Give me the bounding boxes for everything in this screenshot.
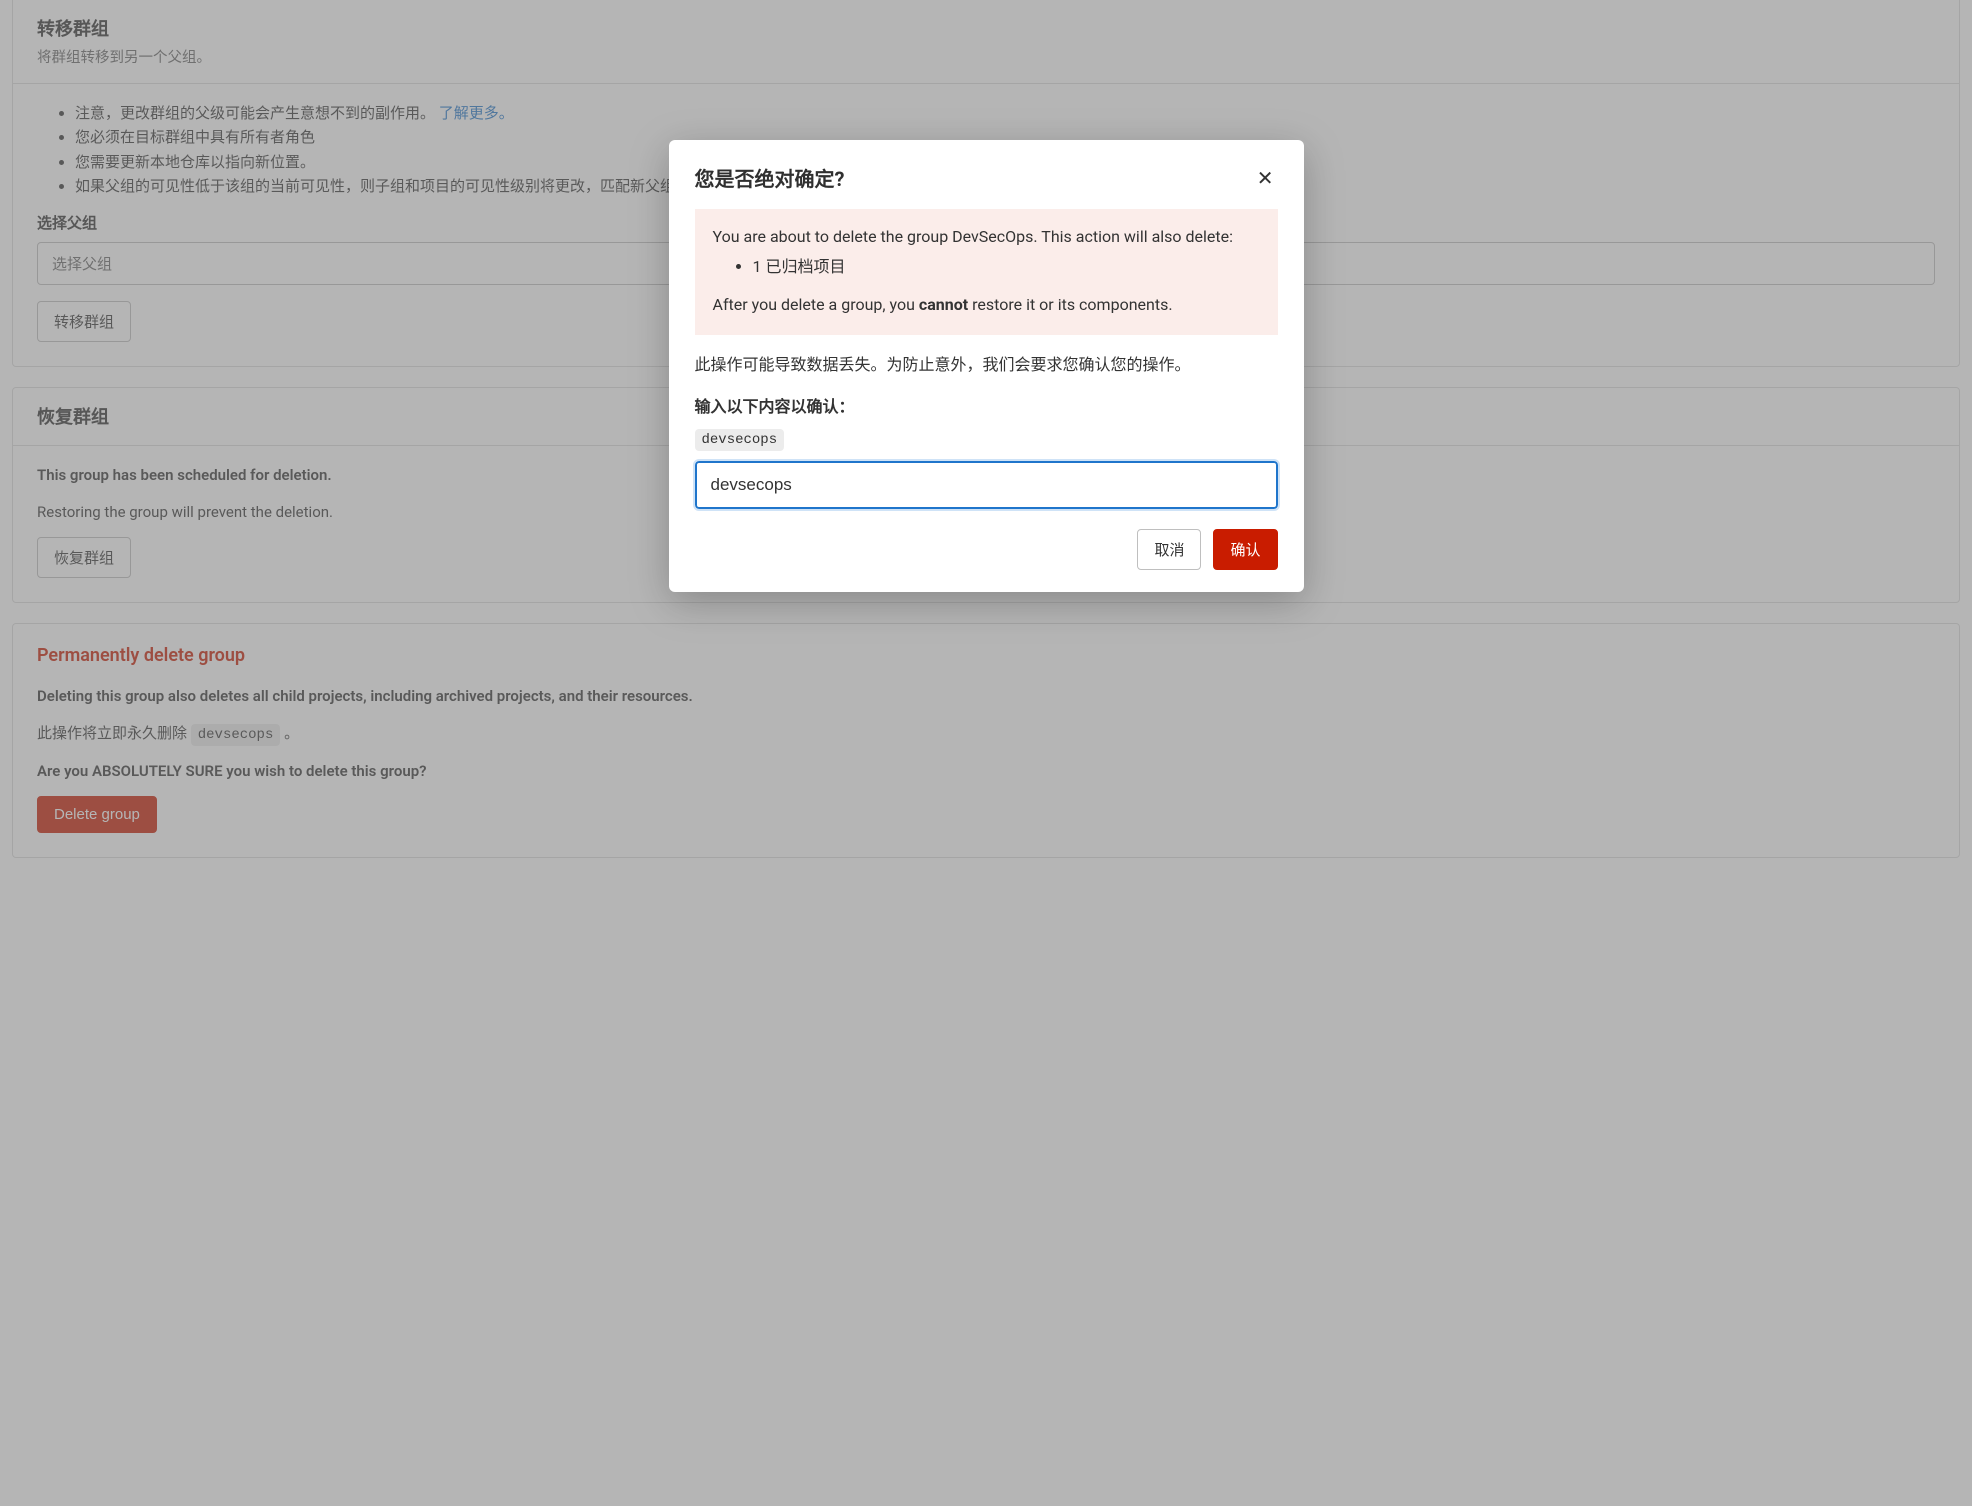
confirm-code-hint: devsecops [695,429,785,451]
modal-footer: 取消 确认 [695,529,1278,570]
warning-after-pre: After you delete a group, you [713,295,919,314]
confirm-label: 输入以下内容以确认： [695,395,1278,419]
warning-item: 1 已归档项目 [753,255,1260,279]
warning-list: 1 已归档项目 [713,255,1260,279]
warning-cannot: cannot [919,295,968,314]
modal-body-text: 此操作可能导致数据丢失。为防止意外，我们会要求您确认您的操作。 [695,353,1278,377]
confirm-button[interactable]: 确认 [1213,529,1277,570]
cancel-button[interactable]: 取消 [1137,529,1201,570]
warning-after-post: restore it or its components. [968,295,1172,314]
modal-title: 您是否绝对确定? [695,164,845,194]
confirm-delete-modal: 您是否绝对确定? ✕ You are about to delete the g… [669,140,1304,592]
warning-after: After you delete a group, you cannot res… [713,293,1260,317]
warning-pre: You are about to delete the group DevSec… [713,225,1260,249]
modal-header: 您是否绝对确定? ✕ [695,162,1278,195]
close-icon[interactable]: ✕ [1253,162,1278,195]
confirm-input[interactable] [695,461,1278,509]
modal-overlay: 您是否绝对确定? ✕ You are about to delete the g… [0,0,1972,1506]
modal-warning-alert: You are about to delete the group DevSec… [695,209,1278,335]
